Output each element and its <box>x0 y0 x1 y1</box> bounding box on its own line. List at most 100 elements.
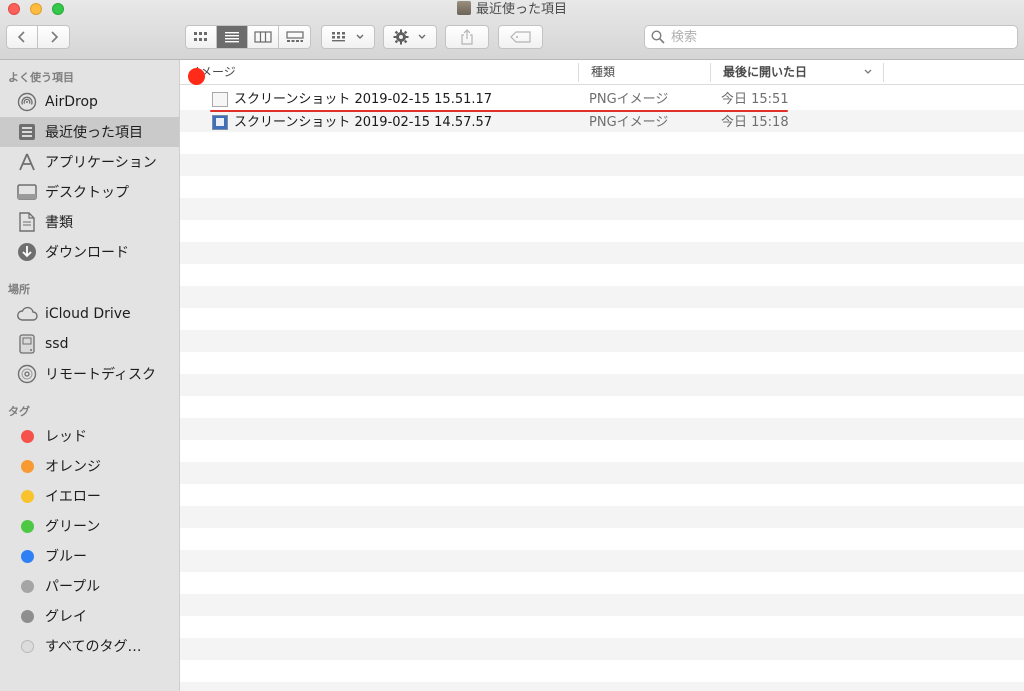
sidebar-item-remote-disc[interactable]: リモートディスク <box>0 359 179 389</box>
sidebar-item-tag-green[interactable]: グリーン <box>0 511 179 541</box>
navigation-buttons <box>6 25 70 49</box>
table-row[interactable]: スクリーンショット 2019-02-15 15.51.17 PNGイメージ 今日… <box>180 89 1024 111</box>
title-bar: 最近使った項目 <box>0 0 1024 60</box>
sidebar-item-icloud-drive[interactable]: iCloud Drive <box>0 299 179 329</box>
list-view-button[interactable] <box>217 26 248 48</box>
column-divider[interactable] <box>578 63 579 82</box>
file-list: イメージ 種類 最後に開いた日 スクリーンショット 2019-02-15 15.… <box>180 60 1024 691</box>
column-view-button[interactable] <box>248 26 279 48</box>
list-stripe <box>180 264 1024 286</box>
sidebar-item-label: レッド <box>45 429 87 445</box>
table-row[interactable]: スクリーンショット 2019-02-15 14.57.57 PNGイメージ 今日… <box>180 112 1024 134</box>
list-stripe <box>180 418 1024 440</box>
sidebar-item-tag-yellow[interactable]: イエロー <box>0 481 179 511</box>
chevron-left-icon <box>17 31 25 43</box>
chevron-right-icon <box>50 31 58 43</box>
sort-chevron-down-icon[interactable] <box>863 68 873 76</box>
edit-tags-button[interactable] <box>498 25 543 49</box>
back-button[interactable] <box>7 26 38 48</box>
list-stripe <box>180 198 1024 220</box>
list-stripe <box>180 506 1024 528</box>
annotation-red-dot <box>188 68 205 85</box>
file-date-opened: 今日 15:18 <box>721 115 789 130</box>
action-button[interactable] <box>383 25 437 49</box>
column-header-date-opened[interactable]: 最後に開いた日 <box>715 60 883 85</box>
sidebar-item-label: グリーン <box>45 519 101 535</box>
column-header-kind[interactable]: 種類 <box>583 60 710 85</box>
sidebar-item-downloads[interactable]: ダウンロード <box>0 237 179 267</box>
list-stripe <box>180 132 1024 154</box>
share-button[interactable] <box>445 25 489 49</box>
png-file-icon <box>212 92 228 107</box>
list-stripe <box>180 176 1024 198</box>
file-name: スクリーンショット 2019-02-15 14.57.57 <box>234 115 493 130</box>
sidebar-item-desktop[interactable]: デスクトップ <box>0 177 179 207</box>
sidebar-item-tag-orange[interactable]: オレンジ <box>0 451 179 481</box>
png-file-icon <box>212 115 228 130</box>
file-date-opened: 今日 15:51 <box>721 92 789 107</box>
downloads-icon <box>16 241 38 263</box>
group-by-button[interactable] <box>321 25 375 49</box>
list-stripe <box>180 396 1024 418</box>
column-divider[interactable] <box>710 63 711 82</box>
group-icon <box>332 32 345 42</box>
search-field[interactable] <box>644 25 1018 49</box>
file-kind: PNGイメージ <box>589 92 669 107</box>
gray-tag-dot-icon <box>20 609 34 623</box>
search-icon <box>651 30 665 44</box>
disk-icon <box>16 333 38 355</box>
list-stripe <box>180 484 1024 506</box>
list-rows <box>180 85 1024 691</box>
sidebar-item-documents[interactable]: 書類 <box>0 207 179 237</box>
gallery-view-button[interactable] <box>279 26 310 48</box>
blue-tag-dot-icon <box>20 549 34 563</box>
sidebar-item-label: AirDrop <box>45 94 98 110</box>
list-stripe <box>180 660 1024 682</box>
chevron-down-icon <box>418 34 426 39</box>
sidebar-item-tag-blue[interactable]: ブルー <box>0 541 179 571</box>
sidebar-item-airdrop[interactable]: AirDrop <box>0 87 179 117</box>
forward-button[interactable] <box>38 26 69 48</box>
column-header-name[interactable]: イメージ <box>180 60 578 85</box>
sidebar-item-label: すべてのタグ… <box>45 639 142 655</box>
column-divider[interactable] <box>883 63 884 82</box>
sidebar-item-tag-red[interactable]: レッド <box>0 421 179 451</box>
sidebar-item-label: ブルー <box>45 549 87 565</box>
column-header: イメージ 種類 最後に開いた日 <box>180 60 1024 85</box>
sidebar-item-label: グレイ <box>45 609 87 625</box>
view-mode-control <box>185 25 311 49</box>
sidebar-item-label: iCloud Drive <box>45 306 131 322</box>
sidebar-item-tag-gray[interactable]: グレイ <box>0 601 179 631</box>
sidebar-item-all-tags[interactable]: すべてのタグ… <box>0 631 179 661</box>
column-view-icon <box>254 31 272 43</box>
sidebar-item-label: デスクトップ <box>45 185 129 201</box>
sidebar-section-tags: タグ <box>8 405 30 418</box>
applications-icon <box>16 151 38 173</box>
icon-view-button[interactable] <box>186 26 217 48</box>
list-view-icon <box>225 32 239 43</box>
sidebar-item-tag-purple[interactable]: パープル <box>0 571 179 601</box>
sidebar-item-applications[interactable]: アプリケーション <box>0 147 179 177</box>
column-header-date-label: 最後に開いた日 <box>723 65 808 79</box>
orange-tag-dot-icon <box>20 459 34 473</box>
sidebar-item-label: 書類 <box>45 215 73 231</box>
sidebar-section-favorites: よく使う項目 <box>8 71 74 84</box>
chevron-down-icon <box>356 34 364 39</box>
list-stripe <box>180 220 1024 242</box>
list-stripe <box>180 352 1024 374</box>
icon-view-icon <box>194 32 207 41</box>
sidebar-section-places: 場所 <box>8 283 30 296</box>
gallery-view-icon <box>285 31 304 42</box>
sidebar-item-label: イエロー <box>45 489 101 505</box>
sidebar-item-label: リモートディスク <box>45 367 157 383</box>
list-stripe <box>180 242 1024 264</box>
annotation-red-underline <box>210 110 788 112</box>
green-tag-dot-icon <box>20 519 34 533</box>
sidebar-item-recents[interactable]: 最近使った項目 <box>0 117 179 147</box>
search-input[interactable] <box>669 28 1003 46</box>
list-stripe <box>180 572 1024 594</box>
sidebar-item-ssd[interactable]: ssd <box>0 329 179 359</box>
list-stripe <box>180 286 1024 308</box>
all-tags-icon <box>20 639 34 653</box>
share-icon <box>461 29 473 45</box>
